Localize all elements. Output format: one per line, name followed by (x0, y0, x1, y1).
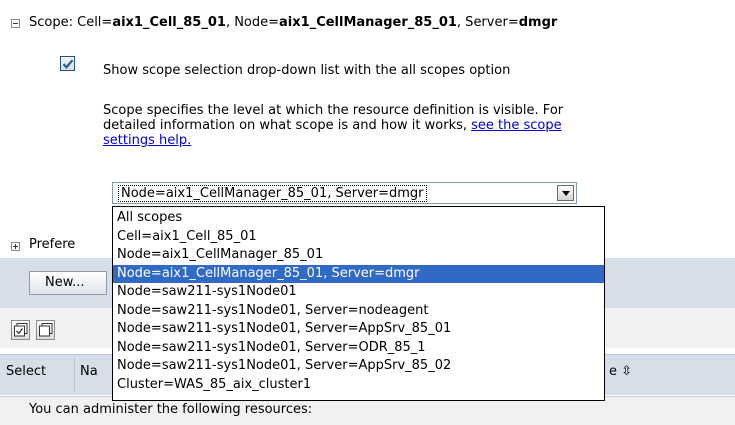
scope-node-label: , Node= (225, 15, 280, 30)
scope-server: dmgr (518, 15, 558, 30)
preferences-label[interactable]: Prefere (29, 237, 75, 252)
scope-cell: aix1_Cell_85_01 (112, 15, 226, 30)
scope-option-nodeagent[interactable]: Node=saw211-sys1Node01, Server=nodeagent (113, 302, 604, 321)
scope-summary: Scope: Cell=aix1_Cell_85_01, Node=aix1_C… (29, 15, 557, 30)
scope-option-node-saw211[interactable]: Node=saw211-sys1Node01 (113, 283, 604, 302)
scope-option-node-cellmanager[interactable]: Node=aix1_CellManager_85_01 (113, 246, 604, 265)
scope-option-selected[interactable]: Node=aix1_CellManager_85_01, Server=dmgr (113, 264, 604, 283)
scope-node: aix1_CellManager_85_01 (279, 15, 457, 30)
deselect-all-button[interactable] (36, 320, 55, 340)
collapse-scope-icon[interactable] (11, 19, 20, 28)
select-all-button[interactable] (11, 320, 30, 340)
scope-option-appsrv-02[interactable]: Node=saw211-sys1Node01, Server=AppSrv_85… (113, 357, 604, 376)
select-all-icon (14, 323, 28, 337)
show-all-scopes-checkbox[interactable] (60, 56, 75, 71)
scope-option-appsrv-01[interactable]: Node=saw211-sys1Node01, Server=AppSrv_85… (113, 320, 604, 339)
deselect-all-icon (39, 323, 53, 337)
scope-option-all[interactable]: All scopes (113, 209, 604, 228)
scope-option-cell[interactable]: Cell=aix1_Cell_85_01 (113, 228, 604, 247)
description-line-2: detailed information on what scope is an… (103, 118, 472, 133)
column-name[interactable]: Na (80, 364, 98, 379)
new-button[interactable]: New... (29, 271, 107, 295)
column-scope-sort[interactable]: e ⇳ (609, 364, 632, 379)
scope-option-odr[interactable]: Node=saw211-sys1Node01, Server=ODR_85_1 (113, 339, 604, 358)
resources-message: You can administer the following resourc… (29, 402, 313, 417)
show-all-scopes-label: Show scope selection drop-down list with… (103, 63, 511, 78)
scope-server-label: , Server= (456, 15, 519, 30)
scope-select-value: Node=aix1_CellManager_85_01, Server=dmgr (118, 185, 427, 202)
scope-label: Scope: Cell= (29, 15, 113, 30)
scope-description: Scope specifies the level at which the r… (103, 103, 563, 148)
dropdown-arrow-button[interactable] (557, 185, 574, 201)
chevron-down-icon (562, 191, 570, 196)
description-line-1: Scope specifies the level at which the r… (103, 103, 564, 118)
scope-select[interactable]: Node=aix1_CellManager_85_01, Server=dmgr (112, 182, 577, 204)
column-select[interactable]: Select (6, 364, 46, 379)
expand-preferences-icon[interactable] (11, 242, 20, 251)
scope-help-link-continued[interactable]: settings help. (103, 133, 191, 148)
scope-help-link[interactable]: see the scope (471, 118, 562, 133)
scope-option-cluster[interactable]: Cluster=WAS_85_aix_cluster1 (113, 376, 604, 395)
checkmark-icon (62, 59, 74, 69)
column-divider (74, 358, 75, 392)
scope-dropdown-list: All scopes Cell=aix1_Cell_85_01 Node=aix… (112, 206, 605, 401)
